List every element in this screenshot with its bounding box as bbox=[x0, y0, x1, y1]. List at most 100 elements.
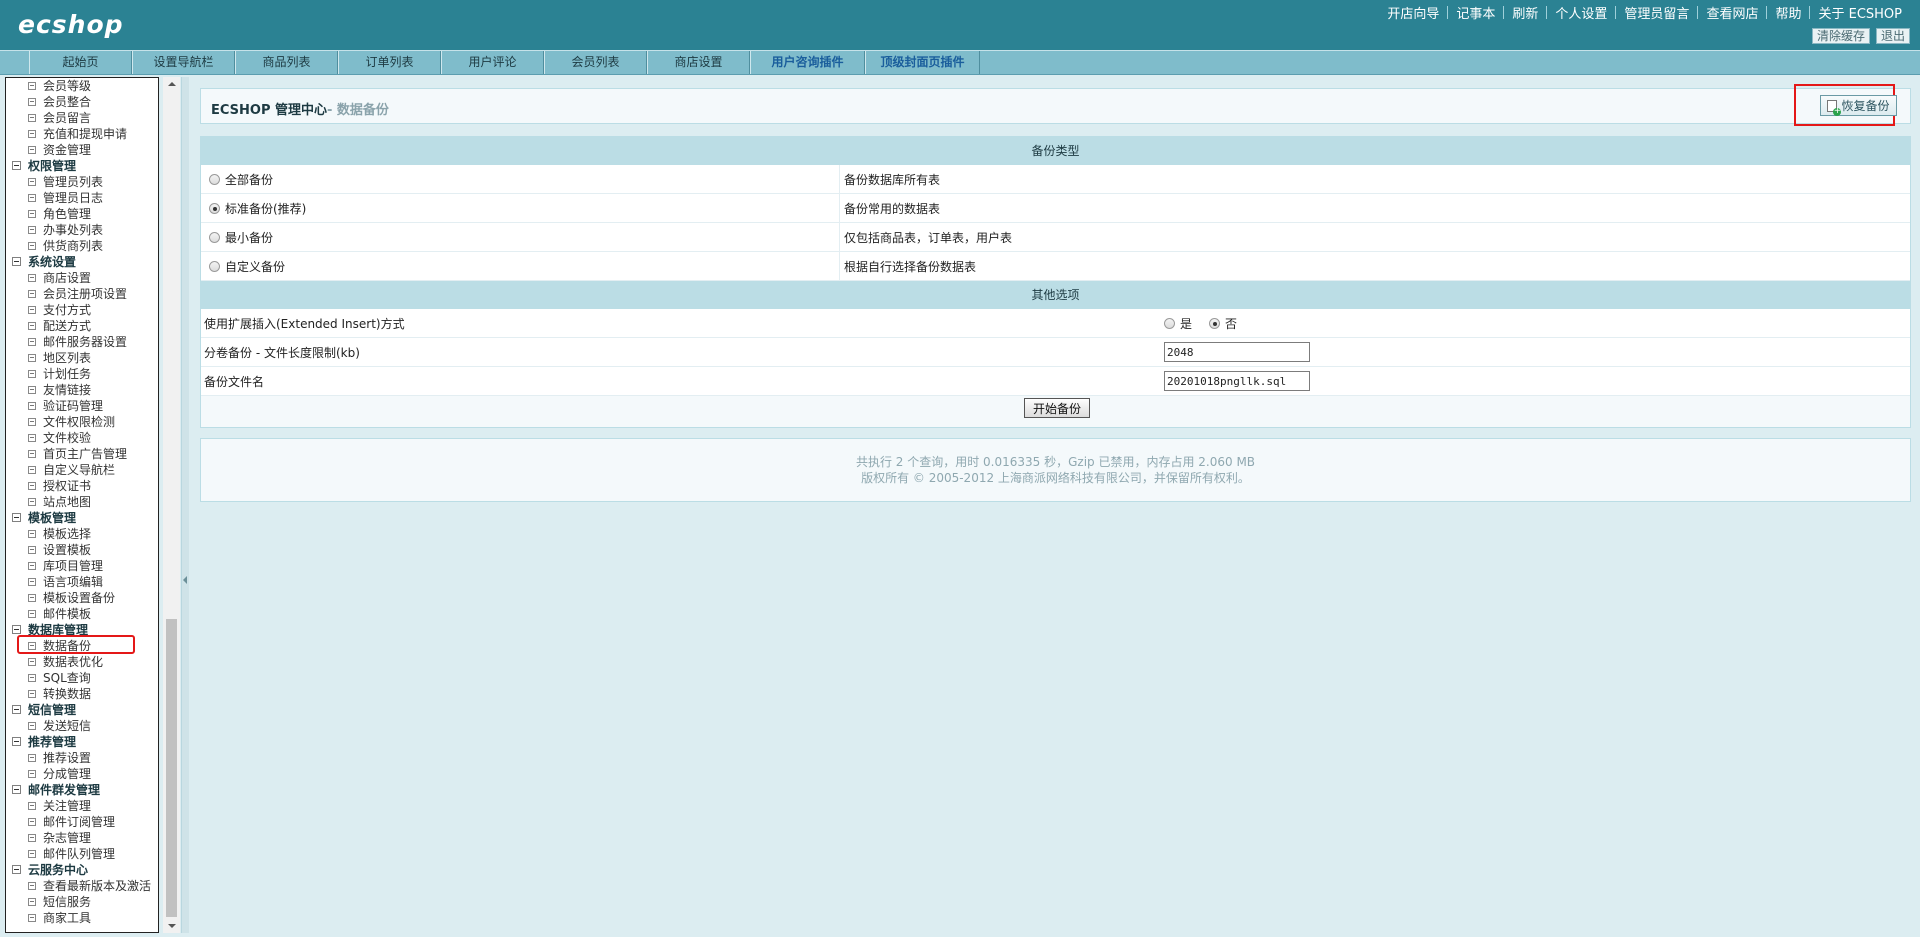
sidebar-item[interactable]: 数据表优化 bbox=[6, 654, 158, 670]
sidebar-group-title[interactable]: 云服务中心 bbox=[6, 862, 158, 878]
backup-type-radio[interactable] bbox=[209, 260, 220, 272]
sidebar-group-title[interactable]: 系统设置 bbox=[6, 254, 158, 270]
sidebar-item[interactable]: 分成管理 bbox=[6, 766, 158, 782]
collapse-minus-icon[interactable] bbox=[12, 737, 21, 746]
sidebar-item[interactable]: SQL查询 bbox=[6, 670, 158, 686]
top-link-admin-messages[interactable]: 管理员留言 bbox=[1616, 3, 1697, 22]
sidebar-item[interactable]: 查看最新版本及激活 bbox=[6, 878, 158, 894]
sidebar-item[interactable]: 关注管理 bbox=[6, 798, 158, 814]
top-link-view-shop[interactable]: 查看网店 bbox=[1698, 3, 1766, 22]
sidebar-item[interactable]: 站点地图 bbox=[6, 494, 158, 510]
sidebar-item[interactable]: 语言项编辑 bbox=[6, 574, 158, 590]
sidebar-item[interactable]: 邮件订阅管理 bbox=[6, 814, 158, 830]
scroll-up-arrow-icon[interactable] bbox=[163, 77, 180, 91]
scroll-down-arrow-icon[interactable] bbox=[163, 919, 180, 933]
sidebar-item[interactable]: 邮件队列管理 bbox=[6, 846, 158, 862]
sidebar-scrollbar[interactable] bbox=[163, 77, 180, 933]
sidebar-item[interactable]: 文件校验 bbox=[6, 430, 158, 446]
top-link-help[interactable]: 帮助 bbox=[1767, 3, 1809, 22]
sidebar-item[interactable]: 模板设置备份 bbox=[6, 590, 158, 606]
sidebar-item[interactable]: 设置模板 bbox=[6, 542, 158, 558]
sidebar-item[interactable]: 商店设置 bbox=[6, 270, 158, 286]
backup-type-radio[interactable] bbox=[209, 231, 220, 243]
sidebar-item[interactable]: 友情链接 bbox=[6, 382, 158, 398]
sidebar-item[interactable]: 首页主广告管理 bbox=[6, 446, 158, 462]
sidebar-item[interactable]: 转换数据 bbox=[6, 686, 158, 702]
frame-splitter[interactable] bbox=[181, 77, 189, 933]
sidebar-item[interactable]: 计划任务 bbox=[6, 366, 158, 382]
sidebar-item[interactable]: 短信服务 bbox=[6, 894, 158, 910]
start-backup-button[interactable]: 开始备份 bbox=[1024, 398, 1090, 418]
nav-tab-consult-plugin[interactable]: 用户咨询插件 bbox=[750, 51, 865, 74]
nav-tab-order-list[interactable]: 订单列表 bbox=[338, 51, 441, 74]
scrollbar-thumb[interactable] bbox=[166, 619, 177, 917]
extended-insert-yes-radio[interactable] bbox=[1164, 317, 1175, 329]
sidebar-item[interactable]: 库项目管理 bbox=[6, 558, 158, 574]
backup-type-description: 备份常用的数据表 bbox=[844, 201, 941, 216]
sidebar-item[interactable]: 会员整合 bbox=[6, 94, 158, 110]
sidebar-item[interactable]: 数据备份 bbox=[6, 638, 158, 654]
sidebar-item[interactable]: 自定义导航栏 bbox=[6, 462, 158, 478]
sidebar-item[interactable]: 管理员列表 bbox=[6, 174, 158, 190]
sidebar-item[interactable]: 办事处列表 bbox=[6, 222, 158, 238]
sidebar-group-title[interactable]: 邮件群发管理 bbox=[6, 782, 158, 798]
top-link-notepad[interactable]: 记事本 bbox=[1448, 3, 1503, 22]
collapse-arrow-icon[interactable] bbox=[183, 576, 187, 584]
sidebar-item[interactable]: 发送短信 bbox=[6, 718, 158, 734]
top-link-shop-wizard[interactable]: 开店向导 bbox=[1379, 3, 1447, 22]
sidebar-item[interactable]: 文件权限检测 bbox=[6, 414, 158, 430]
backup-type-radio[interactable] bbox=[209, 173, 220, 185]
sidebar-group-title[interactable]: 推荐管理 bbox=[6, 734, 158, 750]
ecshop-logo[interactable]: ecshop bbox=[18, 10, 124, 39]
nav-tab-shop-settings[interactable]: 商店设置 bbox=[647, 51, 750, 74]
sidebar-item[interactable]: 会员注册项设置 bbox=[6, 286, 158, 302]
sidebar-group-title[interactable]: 短信管理 bbox=[6, 702, 158, 718]
sidebar-item[interactable]: 验证码管理 bbox=[6, 398, 158, 414]
collapse-minus-icon[interactable] bbox=[12, 865, 21, 874]
collapse-minus-icon[interactable] bbox=[12, 705, 21, 714]
sidebar-item[interactable]: 杂志管理 bbox=[6, 830, 158, 846]
menu-leaf-icon bbox=[28, 546, 36, 554]
sidebar-item[interactable]: 充值和提现申请 bbox=[6, 126, 158, 142]
top-link-personal-settings[interactable]: 个人设置 bbox=[1547, 3, 1615, 22]
sidebar-item[interactable]: 资金管理 bbox=[6, 142, 158, 158]
sidebar-item[interactable]: 邮件服务器设置 bbox=[6, 334, 158, 350]
sidebar-item[interactable]: 邮件模板 bbox=[6, 606, 158, 622]
backup-type-radio[interactable] bbox=[209, 202, 220, 214]
sidebar-item[interactable]: 角色管理 bbox=[6, 206, 158, 222]
nav-tab-nav-settings[interactable]: 设置导航栏 bbox=[132, 51, 235, 74]
sidebar-item[interactable]: 模板选择 bbox=[6, 526, 158, 542]
file-name-input[interactable] bbox=[1164, 371, 1310, 391]
collapse-minus-icon[interactable] bbox=[12, 785, 21, 794]
collapse-minus-icon[interactable] bbox=[12, 625, 21, 634]
logout-button[interactable]: 退出 bbox=[1875, 28, 1910, 44]
clear-cache-button[interactable]: 清除缓存 bbox=[1811, 28, 1870, 44]
top-link-about[interactable]: 关于 ECSHOP bbox=[1810, 3, 1910, 22]
top-link-refresh[interactable]: 刷新 bbox=[1504, 3, 1546, 22]
sidebar-item[interactable]: 会员留言 bbox=[6, 110, 158, 126]
sidebar-item[interactable]: 管理员日志 bbox=[6, 190, 158, 206]
nav-tab-user-comments[interactable]: 用户评论 bbox=[441, 51, 544, 74]
collapse-minus-icon[interactable] bbox=[12, 257, 21, 266]
sidebar-item[interactable]: 会员等级 bbox=[6, 78, 158, 94]
sidebar-item[interactable]: 供货商列表 bbox=[6, 238, 158, 254]
sidebar-group-title[interactable]: 模板管理 bbox=[6, 510, 158, 526]
sidebar-group-title[interactable]: 数据库管理 bbox=[6, 622, 158, 638]
sidebar-item[interactable]: 推荐设置 bbox=[6, 750, 158, 766]
sidebar-item[interactable]: 授权证书 bbox=[6, 478, 158, 494]
nav-tab-home[interactable]: 起始页 bbox=[29, 51, 132, 74]
volume-size-input[interactable] bbox=[1164, 342, 1310, 362]
sidebar-item[interactable]: 商家工具 bbox=[6, 910, 158, 926]
sidebar-item[interactable]: 地区列表 bbox=[6, 350, 158, 366]
restore-backup-button[interactable]: 恢复备份 bbox=[1820, 95, 1897, 116]
collapse-minus-icon[interactable] bbox=[12, 161, 21, 170]
sidebar-item[interactable]: 配送方式 bbox=[6, 318, 158, 334]
nav-tab-goods-list[interactable]: 商品列表 bbox=[235, 51, 338, 74]
sidebar-item[interactable]: 支付方式 bbox=[6, 302, 158, 318]
sidebar-group-label: 数据库管理 bbox=[28, 623, 89, 637]
sidebar-group-title[interactable]: 权限管理 bbox=[6, 158, 158, 174]
nav-tab-cover-plugin[interactable]: 顶级封面页插件 bbox=[865, 51, 980, 74]
extended-insert-no-radio[interactable] bbox=[1209, 317, 1221, 329]
nav-tab-member-list[interactable]: 会员列表 bbox=[544, 51, 647, 74]
collapse-minus-icon[interactable] bbox=[12, 513, 21, 522]
